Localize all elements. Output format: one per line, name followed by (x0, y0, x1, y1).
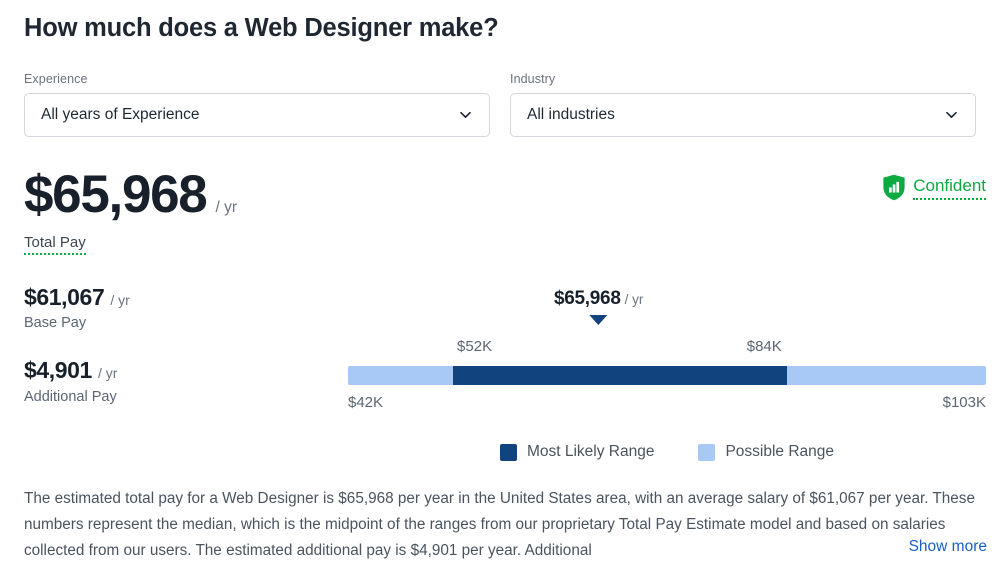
base-pay-amount: $61,067 (24, 284, 105, 310)
chevron-down-icon (945, 109, 958, 122)
filter-industry-label: Industry (510, 72, 556, 86)
total-pay-amount: $65,968 (24, 165, 208, 224)
additional-pay-caption: Additional Pay (24, 388, 117, 405)
additional-pay-amount-row: $4,901 / yr (24, 357, 130, 384)
filter-experience: Experience All years of Experience (24, 72, 490, 137)
legend-label-possible: Possible Range (725, 443, 835, 460)
median-period: / yr (624, 292, 644, 307)
legend-swatch-icon (698, 443, 716, 461)
page-title: How much does a Web Designer make? (24, 14, 499, 42)
shield-chart-icon (882, 174, 906, 201)
experience-select-value: All years of Experience (41, 106, 200, 123)
confidence-badge[interactable]: Confident (882, 174, 986, 201)
filter-bar: Experience All years of Experience Indus… (24, 72, 976, 137)
show-more-link[interactable]: Show more (909, 538, 987, 555)
base-pay-block: $61,067 / yr Base Pay (24, 284, 130, 332)
legend-swatch-icon (499, 443, 517, 461)
salary-estimate-panel: How much does a Web Designer make? Exper… (0, 0, 1000, 573)
filter-industry: Industry All industries (510, 72, 976, 137)
base-pay-period: / yr (110, 292, 130, 308)
pay-range-chart: $65,968/ yr $52K $84K $42K $103K (348, 288, 986, 423)
legend-label-most-likely: Most Likely Range (526, 443, 655, 460)
total-pay-block: $65,968 / yr Total Pay (24, 168, 237, 255)
median-callout: $65,968/ yr (554, 288, 643, 325)
axis-max-label: $103K (942, 394, 986, 411)
axis-min-label: $42K (348, 394, 384, 411)
estimate-description: The estimated total pay for a Web Design… (24, 490, 975, 559)
pay-breakdown: $61,067 / yr Base Pay $4,901 / yr Additi… (24, 284, 130, 405)
likely-high-tick-label: $84K (746, 338, 782, 355)
chevron-down-icon (459, 109, 472, 122)
total-pay-amount-row: $65,968 / yr (24, 168, 237, 221)
base-pay-amount-row: $61,067 / yr (24, 284, 130, 310)
possible-range-bar (348, 366, 986, 385)
legend-item-most-likely: Most Likely Range (499, 443, 655, 461)
filter-experience-label: Experience (24, 72, 88, 86)
legend-item-possible: Possible Range (698, 443, 834, 461)
additional-pay-amount: $4,901 (24, 357, 92, 384)
additional-pay-block: $4,901 / yr Additional Pay (24, 357, 130, 405)
experience-select[interactable]: All years of Experience (24, 93, 490, 137)
base-pay-caption: Base Pay (24, 315, 87, 332)
industry-select[interactable]: All industries (510, 93, 976, 137)
total-pay-caption[interactable]: Total Pay (24, 234, 86, 255)
total-pay-period: / yr (215, 199, 238, 216)
confidence-label: Confident (913, 176, 986, 200)
likely-low-tick-label: $52K (457, 338, 493, 355)
additional-pay-period: / yr (97, 365, 118, 382)
median-pointer-icon (589, 315, 608, 325)
show-more-wrap: Show more (860, 538, 987, 556)
most-likely-range-bar (452, 366, 788, 385)
chart-legend: Most Likely Range Possible Range (348, 443, 986, 461)
industry-select-value: All industries (527, 106, 615, 123)
median-amount: $65,968 (554, 288, 621, 309)
